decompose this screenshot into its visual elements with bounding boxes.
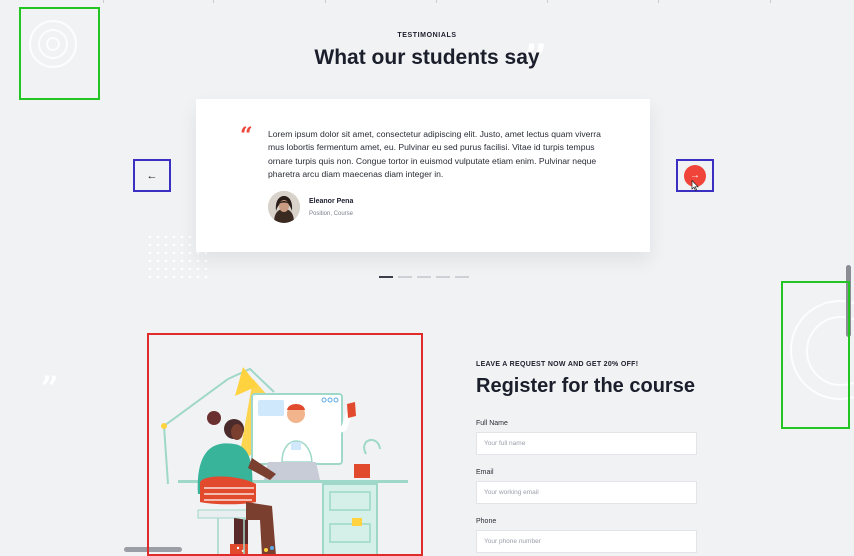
testimonials-title: What our students say: [314, 46, 540, 69]
arrow-left-icon: ←: [146, 169, 158, 182]
pagination-dot-5[interactable]: [455, 276, 469, 278]
quote-icon: “: [240, 123, 253, 149]
author-role: Position, Course: [309, 211, 354, 217]
pagination-dot-4[interactable]: [436, 276, 450, 278]
top-divider-ticks: [0, 0, 854, 3]
prev-testimonial-button[interactable]: ←: [133, 159, 171, 192]
testimonials-eyebrow: TESTIMONIALS: [397, 32, 457, 39]
full-name-label: Full Name: [476, 420, 508, 427]
email-input[interactable]: [476, 481, 697, 504]
horizontal-scrollbar[interactable]: [124, 547, 182, 552]
full-name-input[interactable]: [476, 432, 697, 455]
testimonial-pagination: [379, 276, 469, 278]
mouse-cursor-icon: [691, 180, 699, 191]
decorative-quote-icon-lower: ”: [40, 369, 59, 409]
student-video-call-illustration: [161, 367, 408, 556]
pagination-dot-1[interactable]: [379, 276, 393, 278]
register-title: Register for the course: [476, 375, 695, 397]
register-eyebrow: LEAVE A REQUEST NOW AND GET 20% OFF!: [476, 361, 639, 368]
testimonial-quote: Lorem ipsum dolor sit amet, consectetur …: [268, 129, 601, 179]
pagination-dot-2[interactable]: [398, 276, 412, 278]
email-label: Email: [476, 469, 494, 476]
avatar: [268, 191, 300, 223]
author-name: Eleanor Pena: [309, 198, 354, 205]
pagination-dot-3[interactable]: [417, 276, 431, 278]
phone-label: Phone: [476, 518, 497, 525]
vertical-scrollbar[interactable]: [846, 265, 851, 337]
testimonial-card: “ Lorem ipsum dolor sit amet, consectetu…: [196, 99, 650, 252]
phone-input[interactable]: [476, 530, 697, 553]
